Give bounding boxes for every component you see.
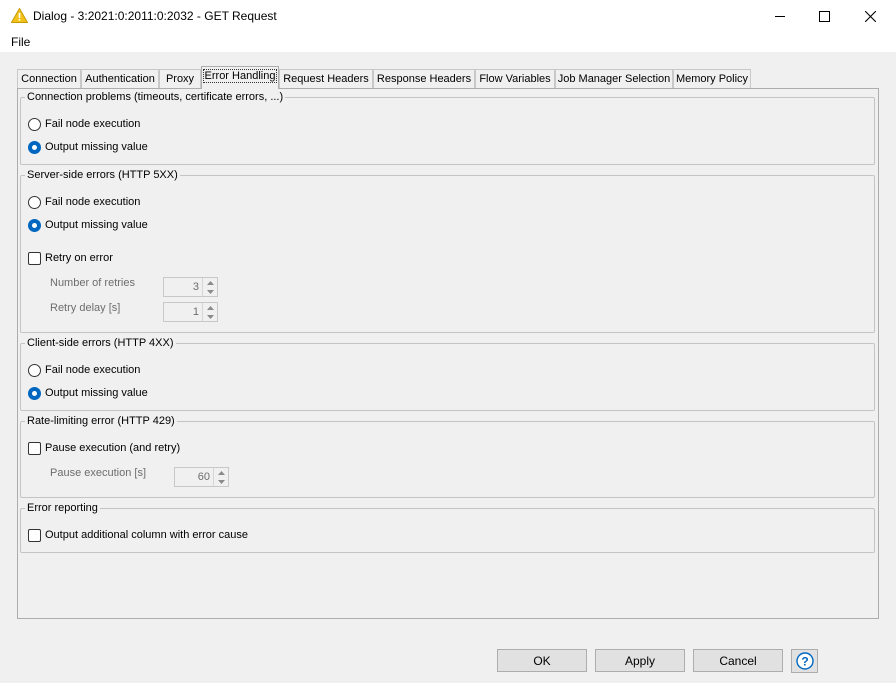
window-title: Dialog - 3:2021:0:2011:0:2032 - GET Requ…	[33, 9, 277, 23]
radio-button[interactable]	[28, 363, 41, 377]
menu-bar: File	[0, 32, 896, 52]
maximize-button[interactable]	[801, 0, 847, 32]
close-icon	[864, 10, 876, 22]
radio-button[interactable]	[28, 117, 41, 131]
group-title: Rate-limiting error (HTTP 429)	[25, 414, 177, 428]
maximize-icon	[818, 10, 830, 22]
pause-value: 60	[197, 471, 210, 483]
retries-label: Number of retries	[50, 277, 135, 289]
server-fail-option[interactable]: Fail node execution	[28, 194, 140, 210]
title-bar: Dialog - 3:2021:0:2011:0:2032 - GET Requ…	[0, 0, 896, 32]
svg-text:?: ?	[801, 655, 808, 669]
spinner-arrows[interactable]	[202, 278, 217, 296]
cancel-button[interactable]: Cancel	[693, 649, 783, 672]
group-server-errors: Server-side errors (HTTP 5XX) Fail node …	[20, 168, 875, 333]
minimize-button[interactable]	[757, 0, 803, 32]
spinner-up-icon[interactable]	[203, 278, 217, 287]
ok-button[interactable]: OK	[497, 649, 587, 672]
delay-label: Retry delay [s]	[50, 302, 121, 314]
pause-field-label: Pause execution [s]	[50, 467, 147, 479]
window-bottom-edge	[0, 683, 896, 688]
spinner-down-icon[interactable]	[214, 477, 228, 486]
connection-missing-option[interactable]: Output missing value	[28, 139, 148, 155]
group-client-errors: Client-side errors (HTTP 4XX) Fail node …	[20, 336, 875, 411]
retries-spinner[interactable]: 3	[163, 277, 218, 297]
apply-button[interactable]: Apply	[595, 649, 685, 672]
retry-on-error-checkbox[interactable]: Retry on error	[28, 250, 113, 266]
help-icon: ?	[795, 652, 814, 670]
radio-button-selected[interactable]	[28, 218, 41, 232]
spinner-up-icon[interactable]	[214, 468, 228, 477]
radio-button-selected[interactable]	[28, 140, 41, 154]
retries-value: 3	[192, 281, 199, 293]
group-title: Server-side errors (HTTP 5XX)	[25, 168, 180, 182]
connection-fail-option[interactable]: Fail node execution	[28, 116, 140, 132]
spinner-down-icon[interactable]	[203, 312, 217, 321]
spinner-arrows[interactable]	[202, 303, 217, 321]
group-rate-limiting: Rate-limiting error (HTTP 429) Pause exe…	[20, 414, 875, 498]
group-title: Connection problems (timeouts, certifica…	[25, 90, 286, 104]
radio-button-selected[interactable]	[28, 386, 41, 400]
minimize-icon	[775, 16, 785, 17]
tab-authentication[interactable]: Authentication	[81, 69, 159, 89]
pause-execution-checkbox[interactable]: Pause execution (and retry)	[28, 440, 180, 456]
tab-error-handling[interactable]: Error Handling	[201, 66, 279, 89]
delay-spinner[interactable]: 1	[163, 302, 218, 322]
radio-button[interactable]	[28, 195, 41, 209]
tab-proxy[interactable]: Proxy	[159, 69, 201, 89]
help-button[interactable]: ?	[791, 649, 818, 673]
delay-value: 1	[192, 306, 199, 318]
client-missing-option[interactable]: Output missing value	[28, 385, 148, 401]
tab-memory-policy[interactable]: Memory Policy	[673, 69, 751, 89]
warning-triangle-icon	[11, 8, 28, 23]
tab-flow-variables[interactable]: Flow Variables	[475, 69, 555, 89]
group-title: Error reporting	[25, 501, 100, 515]
pause-spinner[interactable]: 60	[174, 467, 229, 487]
tab-connection[interactable]: Connection	[17, 69, 81, 89]
group-title: Client-side errors (HTTP 4XX)	[25, 336, 176, 350]
tab-job-manager-selection[interactable]: Job Manager Selection	[555, 69, 673, 89]
checkbox[interactable]	[28, 251, 41, 265]
spinner-arrows[interactable]	[213, 468, 228, 486]
spinner-up-icon[interactable]	[203, 303, 217, 312]
checkbox[interactable]	[28, 441, 41, 455]
group-error-reporting: Error reporting Output additional column…	[20, 501, 875, 553]
close-button[interactable]	[847, 0, 893, 32]
tab-request-headers[interactable]: Request Headers	[279, 69, 373, 89]
menu-file[interactable]: File	[11, 35, 30, 49]
client-fail-option[interactable]: Fail node execution	[28, 362, 140, 378]
group-connection-problems: Connection problems (timeouts, certifica…	[20, 90, 875, 165]
error-column-checkbox[interactable]: Output additional column with error caus…	[28, 527, 248, 543]
server-missing-option[interactable]: Output missing value	[28, 217, 148, 233]
spinner-down-icon[interactable]	[203, 287, 217, 296]
tab-response-headers[interactable]: Response Headers	[373, 69, 475, 89]
checkbox[interactable]	[28, 528, 41, 542]
